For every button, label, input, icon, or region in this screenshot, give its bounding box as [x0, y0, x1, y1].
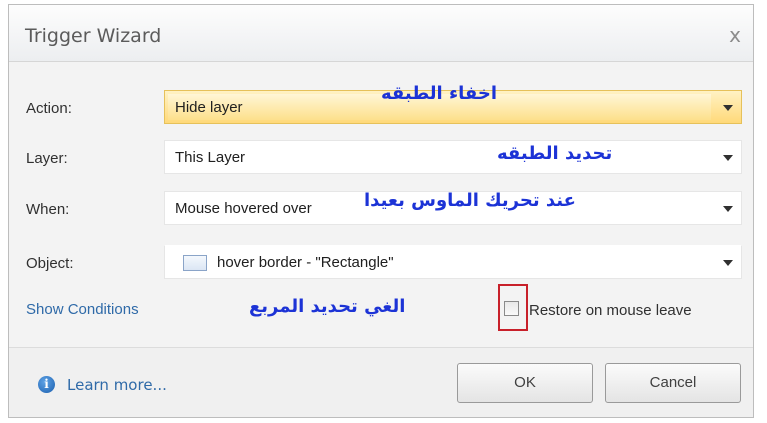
when-label: When: [26, 201, 70, 218]
object-value: hover border - "Rectangle" [217, 254, 394, 271]
info-icon: i [38, 376, 55, 393]
action-annotation: اخفاء الطبقه [381, 83, 498, 104]
layer-annotation: تحديد الطبقه [497, 143, 613, 164]
when-value: Mouse hovered over [175, 200, 312, 217]
action-value: Hide layer [175, 99, 243, 116]
layer-value: This Layer [175, 149, 246, 166]
show-conditions-link[interactable]: Show Conditions [26, 301, 139, 318]
learn-more-link[interactable]: Learn more... [67, 376, 167, 394]
chevron-down-icon[interactable] [723, 260, 733, 266]
chevron-down-icon[interactable] [723, 206, 733, 212]
chevron-down-icon[interactable] [723, 155, 733, 161]
action-label: Action: [26, 100, 72, 117]
ok-button[interactable]: OK [457, 363, 593, 403]
restore-on-mouse-leave-checkbox[interactable] [504, 301, 519, 316]
title-bar: Trigger Wizard x [9, 5, 753, 62]
object-dropdown[interactable]: hover border - "Rectangle" [164, 245, 742, 279]
dialog-title: Trigger Wizard [25, 25, 162, 47]
object-label: Object: [26, 255, 74, 272]
when-annotation: عند تحريك الماوس بعيدا [364, 190, 576, 211]
chevron-down-icon[interactable] [723, 105, 733, 111]
layer-dropdown[interactable]: This Layer [164, 140, 742, 174]
cancel-button[interactable]: Cancel [605, 363, 741, 403]
close-icon[interactable]: x [729, 23, 741, 47]
checkbox-annotation: الغي تحديد المربع [249, 296, 406, 317]
rectangle-icon [183, 255, 207, 271]
layer-label: Layer: [26, 150, 68, 167]
trigger-wizard-dialog: Trigger Wizard x Action: Hide layer اخفا… [8, 4, 754, 418]
restore-on-mouse-leave-label[interactable]: Restore on mouse leave [529, 302, 692, 319]
